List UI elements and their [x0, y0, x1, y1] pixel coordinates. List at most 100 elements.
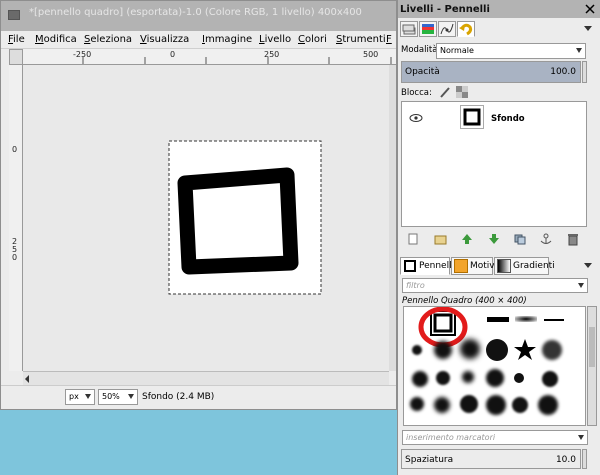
image-window-titlebar[interactable]: *[pennello quadro] (esportata)-1.0 (Colo… [1, 1, 396, 31]
brush-item[interactable] [410, 397, 424, 411]
status-bar: px 50% Sfondo (2.4 MB) [1, 385, 396, 409]
layers-brushes-dock: Livelli - Pennelli Modalità: Normale Opa… [397, 0, 600, 475]
brush-item[interactable] [515, 316, 537, 322]
tab-layers[interactable] [400, 21, 418, 37]
anchor-layer-icon [540, 233, 552, 244]
square-brush-stroke [177, 167, 299, 275]
filter-input[interactable]: filtro [402, 278, 588, 293]
tab-gradients[interactable]: Gradienti [494, 257, 555, 275]
ruler-v-label: 0 [12, 145, 18, 154]
mode-select[interactable]: Normale [436, 43, 586, 59]
horizontal-scrollbar[interactable] [23, 371, 389, 385]
brush-item[interactable] [542, 340, 562, 360]
app-icon [8, 10, 20, 20]
brush-item[interactable] [538, 395, 558, 415]
spacing-slider[interactable]: Spaziatura 10.0 [401, 449, 581, 469]
dock-titlebar[interactable]: Livelli - Pennelli [398, 0, 600, 18]
mode-label: Modalità: [401, 45, 441, 55]
brush-item[interactable] [460, 339, 480, 359]
zoom-select[interactable]: 50% [98, 389, 138, 405]
brush-item[interactable] [512, 397, 528, 413]
menu-seleziona[interactable]: Seleziona [84, 34, 132, 45]
brushes-tab-icon [404, 260, 416, 272]
ruler-corner-button[interactable] [9, 49, 23, 65]
image-canvas[interactable] [23, 65, 389, 371]
tab-undo[interactable] [457, 21, 475, 37]
lock-alpha-icon[interactable] [456, 86, 468, 98]
menu-strumenti[interactable]: Strumenti [336, 34, 386, 45]
brush-item[interactable] [412, 371, 428, 387]
dock-title: Livelli - Pennelli [400, 4, 490, 15]
menu-immagine[interactable]: Immagine [202, 34, 252, 45]
layer-row[interactable]: Sfondo [402, 102, 586, 134]
raise-layer-icon [462, 234, 472, 244]
menu-visualizza[interactable]: Visualizza [140, 34, 189, 45]
mode-value: Normale [440, 46, 474, 55]
duplicate-layer-icon [514, 234, 526, 245]
opacity-label: Opacità [405, 67, 440, 77]
menu-colori[interactable]: Colori [298, 34, 327, 45]
brush-item[interactable] [434, 397, 450, 413]
spacing-label: Spaziatura [405, 455, 454, 465]
brush-item[interactable] [514, 373, 524, 383]
brush-item[interactable] [436, 371, 450, 385]
opacity-value: 100.0 [550, 67, 576, 77]
vertical-ruler: 0 2 5 0 [9, 65, 23, 371]
brush-item[interactable] [544, 319, 564, 321]
tab-brushes[interactable]: Pennelli [400, 257, 454, 275]
tags-input[interactable]: inserimento marcatori [402, 430, 588, 445]
brush-item[interactable] [486, 339, 508, 361]
new-layer-group-icon [434, 235, 447, 245]
menu-modifica[interactable]: Modifica [35, 34, 77, 45]
ruler-v-label: 0 [12, 253, 18, 262]
gradients-tab-icon [497, 259, 511, 273]
brush-item[interactable] [542, 371, 558, 387]
brush-item[interactable] [487, 317, 509, 322]
brush-grid[interactable] [403, 306, 586, 426]
unit-select[interactable]: px [65, 389, 95, 405]
zoom-value: 50% [102, 392, 120, 401]
vertical-scrollbar[interactable] [389, 65, 396, 371]
tab-channels[interactable] [419, 21, 437, 37]
tab-paths[interactable] [438, 21, 456, 37]
selection-highlight-circle [418, 307, 468, 348]
brush-item[interactable] [412, 345, 422, 355]
spacing-value: 10.0 [555, 455, 576, 465]
tab-menu-icon[interactable] [582, 23, 594, 35]
menu-file[interactable]: File [8, 34, 25, 45]
menu-filters[interactable]: F [386, 34, 392, 45]
brush-item[interactable] [462, 371, 474, 383]
brush-item[interactable] [486, 369, 504, 387]
brush-item[interactable] [486, 395, 506, 415]
tags-placeholder: inserimento marcatori [406, 433, 496, 442]
ruler-h-label: 500 [363, 50, 379, 59]
lower-layer-icon [489, 234, 499, 244]
opacity-slider[interactable]: Opacità 100.0 [401, 61, 581, 83]
delete-layer-icon [568, 234, 578, 246]
brush-grid-scrollbar[interactable] [587, 306, 597, 426]
brushes-tab-menu-icon[interactable] [582, 260, 594, 272]
close-icon[interactable] [585, 4, 595, 14]
image-window: *[pennello quadro] (esportata)-1.0 (Colo… [0, 0, 397, 410]
spacing-spinner[interactable] [582, 449, 587, 469]
brush-item[interactable] [460, 395, 478, 413]
menu-livello[interactable]: Livello [259, 34, 291, 45]
image-window-title: *[pennello quadro] (esportata)-1.0 (Colo… [29, 7, 362, 18]
filter-placeholder: filtro [406, 281, 425, 290]
tab-gradients-label: Gradienti [513, 261, 555, 271]
patterns-tab-icon [454, 259, 468, 273]
lock-label: Blocca: [401, 88, 432, 98]
visibility-eye-icon[interactable] [409, 113, 423, 123]
layer-name: Sfondo [491, 114, 525, 124]
canvas-area[interactable] [23, 65, 389, 371]
ruler-h-label: 250 [264, 50, 280, 59]
ruler-h-label: -250 [73, 50, 92, 59]
tab-patterns[interactable]: Motivi [451, 257, 497, 275]
brush-item[interactable] [514, 339, 536, 361]
new-layer-icon [408, 233, 418, 245]
horizontal-ruler: -250 0 250 500 [23, 49, 396, 65]
brush-item[interactable] [434, 341, 452, 359]
opacity-spinner[interactable] [582, 61, 587, 83]
lock-pixels-icon[interactable] [439, 86, 451, 98]
layer-info: Sfondo (2.4 MB) [142, 392, 215, 402]
